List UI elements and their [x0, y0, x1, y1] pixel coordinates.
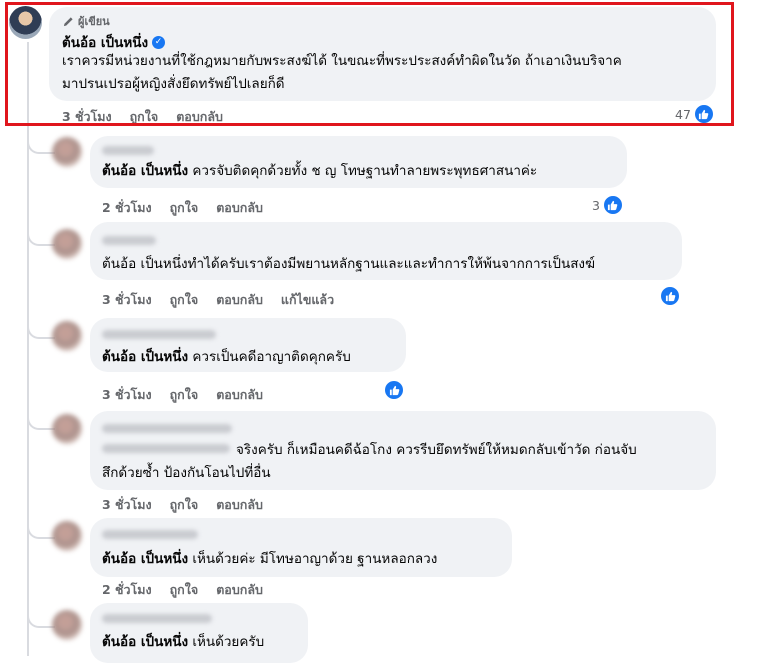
reply-avatar[interactable] [52, 521, 82, 551]
mention-link[interactable]: ต้นอ้อ เป็นหนึ่ง [102, 634, 188, 650]
thread-connector [27, 230, 55, 246]
reply-reactions[interactable]: 3 [592, 195, 623, 215]
thread-connector [27, 612, 55, 628]
comment-timestamp[interactable]: 3 ชั่วโมง [102, 495, 152, 515]
reply-action[interactable]: ตอบกลับ [216, 290, 263, 310]
reply-action[interactable]: ตอบกลับ [216, 495, 263, 515]
comment-timestamp[interactable]: 3 ชั่วโมง [102, 290, 152, 310]
like-action[interactable]: ถูกใจ [170, 385, 199, 405]
like-action[interactable]: ถูกใจ [170, 290, 199, 310]
reply-author-blurred[interactable] [102, 146, 154, 155]
reply-text: ต้นอ้อ เป็นหนึ่ง เห็นด้วยค่ะ มีโทษอาญาด้… [102, 548, 437, 571]
reply-avatar[interactable] [52, 137, 82, 167]
like-action[interactable]: ถูกใจ [170, 495, 199, 515]
edited-label[interactable]: แก้ไขแล้ว [281, 290, 334, 310]
reply-author-blurred[interactable] [102, 614, 212, 623]
reply-avatar[interactable] [52, 610, 82, 640]
reply-reactions[interactable] [660, 286, 680, 306]
reply-author-blurred[interactable] [102, 330, 216, 339]
reply-text-body: เห็นด้วยค่ะ มีโทษอาญาด้วย ฐานหลอกลวง [188, 551, 438, 567]
like-reaction-icon [660, 286, 680, 306]
like-action[interactable]: ถูกใจ [170, 580, 199, 600]
reply-author-blurred[interactable] [102, 530, 198, 539]
like-reaction-icon [602, 195, 623, 215]
reply-text: จริงครับ ก็เหมือนคดีฉ้อโกง ควรรีบยึดทรัพ… [102, 439, 710, 485]
reply-reactions[interactable] [384, 380, 404, 400]
highlight-box [5, 2, 734, 126]
thread-connector [27, 323, 55, 339]
reply-text-line-2: สึกด้วยซ้ำ ป้องกันโอนไปที่อื่น [102, 465, 271, 481]
reply-actions: 3 ชั่วโมง ถูกใจ ตอบกลับ [102, 385, 263, 405]
reply-text: ต้นอ้อ เป็นหนึ่ง เห็นด้วยครับ [102, 631, 264, 654]
reply-text-body: ควรจับติดคุกด้วยทั้ง ช ญ โทษฐานทำลายพระพ… [188, 163, 538, 179]
reply-text: ต้นอ้อ เป็นหนึ่ง ควรเป็นคดีอาญาติดคุกครั… [102, 346, 351, 369]
comment-timestamp[interactable]: 3 ชั่วโมง [102, 385, 152, 405]
reply-text: ต้นอ้อ เป็นหนึ่ง ควรจับติดคุกด้วยทั้ง ช … [102, 160, 537, 183]
mention-link[interactable]: ต้นอ้อ เป็นหนึ่ง [102, 163, 188, 179]
reply-text-body: ควรเป็นคดีอาญาติดคุกครับ [188, 349, 351, 365]
reply-text-line-1: จริงครับ ก็เหมือนคดีฉ้อโกง ควรรีบยึดทรัพ… [236, 442, 637, 458]
reaction-count: 3 [592, 197, 600, 213]
reply-actions: 2 ชั่วโมง ถูกใจ ตอบกลับ [102, 580, 263, 600]
like-action[interactable]: ถูกใจ [170, 198, 199, 218]
mention-link[interactable]: ต้นอ้อ เป็นหนึ่ง [102, 551, 188, 567]
like-reaction-icon [384, 380, 404, 400]
thread-connector [27, 138, 55, 154]
reply-actions: 3 ชั่วโมง ถูกใจ ตอบกลับ [102, 495, 263, 515]
reply-actions: 2 ชั่วโมง ถูกใจ ตอบกลับ [102, 198, 263, 218]
thread-connector [27, 523, 55, 539]
reply-author-blurred[interactable] [102, 424, 232, 433]
reply-text-body: ต้นอ้อ เป็นหนึ่งทำได้ครับเราต้องมีพยานหล… [102, 256, 596, 272]
reply-action[interactable]: ตอบกลับ [216, 198, 263, 218]
reply-avatar[interactable] [52, 321, 82, 351]
comment-timestamp[interactable]: 2 ชั่วโมง [102, 580, 152, 600]
reply-author-blurred[interactable] [102, 236, 156, 245]
reply-action[interactable]: ตอบกลับ [216, 580, 263, 600]
reply-avatar[interactable] [52, 414, 82, 444]
reply-avatar[interactable] [52, 229, 82, 259]
reply-action[interactable]: ตอบกลับ [216, 385, 263, 405]
comment-timestamp[interactable]: 2 ชั่วโมง [102, 198, 152, 218]
reply-actions: 3 ชั่วโมง ถูกใจ ตอบกลับ แก้ไขแล้ว [102, 290, 334, 310]
reply-text: ต้นอ้อ เป็นหนึ่งทำได้ครับเราต้องมีพยานหล… [102, 253, 595, 276]
thread-line [27, 42, 29, 656]
mention-link[interactable]: ต้นอ้อ เป็นหนึ่ง [102, 349, 188, 365]
reply-text-body: เห็นด้วยครับ [188, 634, 265, 650]
thread-connector [27, 414, 55, 430]
